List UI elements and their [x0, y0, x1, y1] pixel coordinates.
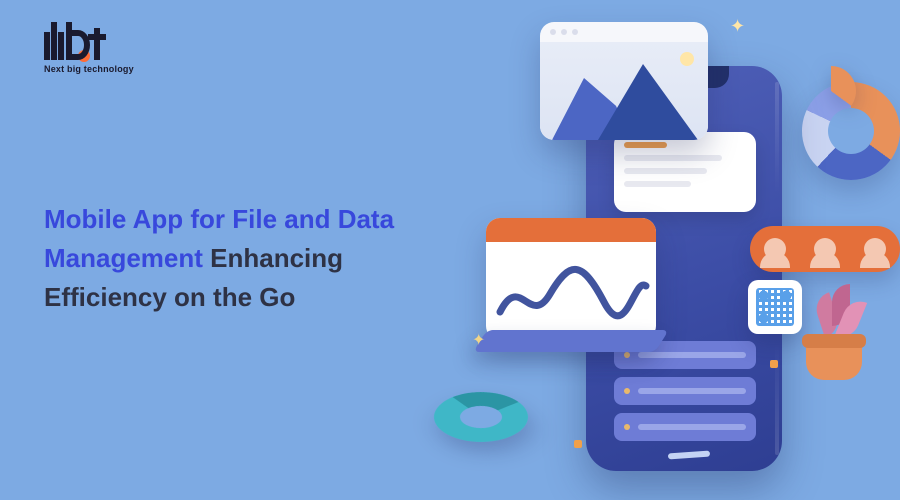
hero-line1-accent: Mobile App for File and Data — [44, 204, 394, 234]
logo-tagline: Next big technology — [44, 64, 134, 74]
hero-line3-plain: Efficiency on the Go — [44, 282, 295, 312]
pot-icon — [806, 342, 862, 380]
logo-mark — [44, 22, 134, 60]
dot-icon — [770, 360, 778, 368]
qr-tile — [748, 280, 802, 334]
line-chart-icon — [486, 242, 656, 340]
sun-icon — [680, 52, 694, 66]
picture-card-header — [540, 22, 708, 42]
mountain-icon — [598, 64, 698, 140]
plant-pot-icon — [806, 342, 862, 380]
picture-card-body — [540, 42, 708, 140]
avatar-icon — [764, 238, 786, 260]
widget-card — [614, 132, 756, 212]
avatar-icon — [814, 238, 836, 260]
pie-chart-slice-icon — [806, 66, 856, 116]
hero-heading: Mobile App for File and Data Management … — [44, 200, 474, 317]
sparkle-icon: ✦ — [472, 330, 485, 350]
people-pill — [750, 226, 900, 272]
chart-card-header — [486, 218, 656, 242]
list-item — [614, 377, 756, 405]
chart-card — [486, 218, 656, 340]
hero-line2-plain: Enhancing — [203, 243, 343, 273]
widget-row — [624, 155, 722, 161]
sparkle-icon: ✦ — [730, 16, 745, 37]
list-panel — [614, 341, 756, 441]
picture-card — [540, 22, 708, 140]
hero-line2-accent: Management — [44, 243, 203, 273]
widget-row — [624, 142, 667, 148]
widget-row — [624, 181, 691, 187]
illustration: ✦ ✦ — [460, 0, 900, 500]
avatar-icon — [864, 238, 886, 260]
chart-card-platform — [473, 330, 669, 352]
ring-shape-icon — [425, 387, 536, 446]
qr-code-icon — [756, 288, 794, 326]
widget-row — [624, 168, 707, 174]
dot-icon — [574, 440, 582, 448]
list-item — [614, 413, 756, 441]
brand-logo: Next big technology — [44, 22, 134, 74]
